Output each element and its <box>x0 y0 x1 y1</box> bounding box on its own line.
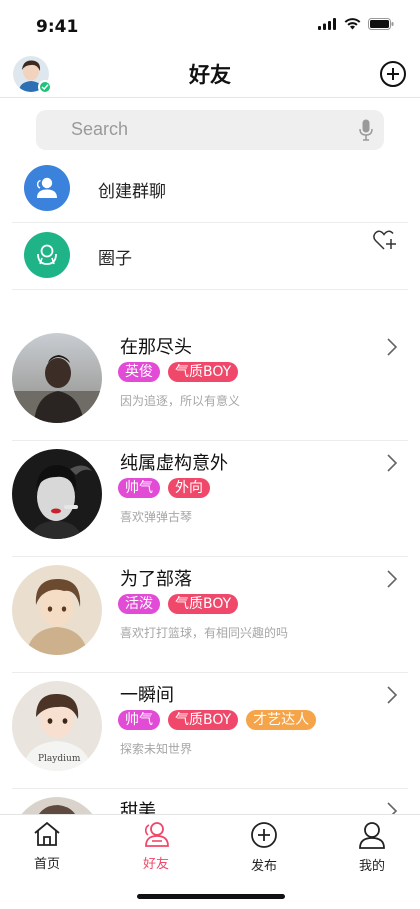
create-group-chat-row[interactable]: 创建群聊 <box>0 153 420 223</box>
friend-tags: 活泼 气质BOY <box>118 594 239 614</box>
search-bar[interactable]: Search <box>36 110 384 150</box>
friend-name: 一瞬间 <box>120 685 174 706</box>
circle-row[interactable]: 圈子 <box>0 220 420 290</box>
friend-signature: 喜欢打打篮球，有相同兴趣的吗 <box>120 626 289 640</box>
friend-avatar <box>12 333 102 423</box>
friend-tag: 气质BOY <box>168 594 239 614</box>
friend-tag: 帅气 <box>118 478 160 498</box>
status-time: 9:41 <box>36 17 79 37</box>
cellular-signal-icon <box>318 18 336 30</box>
friend-name: 在那尽头 <box>120 337 192 358</box>
status-icons <box>318 18 394 30</box>
tab-home-label: 首页 <box>33 857 60 872</box>
svg-text:Playdium: Playdium <box>38 754 81 764</box>
friend-row[interactable]: 纯属虚构意外 帅气 外向 喜欢弹弹古琴 <box>0 441 420 557</box>
group-chat-icon <box>24 165 70 211</box>
friend-tags: 帅气 外向 <box>118 478 210 498</box>
chevron-right-icon <box>387 686 398 704</box>
friend-avatar: Playdium <box>12 681 102 771</box>
status-bar: 9:41 <box>0 0 420 52</box>
page-title: 好友 <box>189 63 231 87</box>
friend-signature: 因为追逐，所以有意义 <box>120 394 241 408</box>
heart-plus-icon[interactable] <box>372 228 398 252</box>
friend-tag: 气质BOY <box>168 710 239 730</box>
chevron-right-icon <box>387 454 398 472</box>
friend-avatar <box>12 565 102 655</box>
friend-tag: 才艺达人 <box>246 710 317 730</box>
circle-label: 圈子 <box>98 249 132 269</box>
friend-tags: 帅气 气质BOY 才艺达人 <box>118 710 317 730</box>
friend-tag: 英俊 <box>118 362 160 382</box>
publish-icon <box>251 822 277 848</box>
battery-icon <box>368 18 394 30</box>
friend-tag: 气质BOY <box>168 362 239 382</box>
tab-bar: 首页 好友 发布 我的 <box>0 814 420 909</box>
friend-name: 为了部落 <box>120 569 192 590</box>
create-group-chat-label: 创建群聊 <box>98 182 166 202</box>
friend-tag: 活泼 <box>118 594 160 614</box>
circle-community-icon <box>24 232 70 278</box>
tab-friends[interactable]: 好友 <box>121 821 191 872</box>
friend-row[interactable]: 为了部落 活泼 气质BOY 喜欢打打篮球，有相同兴趣的吗 <box>0 557 420 673</box>
add-circle-icon[interactable] <box>379 60 407 88</box>
home-icon <box>34 821 60 846</box>
friend-avatar <box>12 449 102 539</box>
friend-tags: 英俊 气质BOY <box>118 362 239 382</box>
friend-row[interactable]: Playdium 一瞬间 帅气 气质BOY 才艺达人 探索未知世界 <box>0 673 420 789</box>
wifi-icon <box>344 18 361 30</box>
friend-name: 纯属虚构意外 <box>120 453 228 474</box>
tab-publish-label: 发布 <box>250 859 277 874</box>
section-gap <box>0 290 420 328</box>
tab-profile[interactable]: 我的 <box>337 821 407 874</box>
friend-tag: 外向 <box>168 478 210 498</box>
home-indicator <box>137 894 285 899</box>
friends-icon <box>144 822 169 847</box>
nav-bar: 好友 <box>0 52 420 98</box>
tab-profile-label: 我的 <box>358 859 385 874</box>
chevron-right-icon <box>387 570 398 588</box>
friend-tag: 帅气 <box>118 710 160 730</box>
tab-home[interactable]: 首页 <box>12 821 82 872</box>
friend-signature: 喜欢弹弹古琴 <box>120 510 193 524</box>
microphone-icon[interactable] <box>359 119 373 141</box>
friend-signature: 探索未知世界 <box>120 742 193 756</box>
friend-row[interactable]: 在那尽头 英俊 气质BOY 因为追逐，所以有意义 <box>0 325 420 441</box>
profile-icon <box>359 822 385 849</box>
tab-friends-label: 好友 <box>142 857 169 872</box>
chevron-right-icon <box>387 338 398 356</box>
search-input[interactable]: Search <box>71 119 128 140</box>
tab-publish[interactable]: 发布 <box>229 821 299 874</box>
